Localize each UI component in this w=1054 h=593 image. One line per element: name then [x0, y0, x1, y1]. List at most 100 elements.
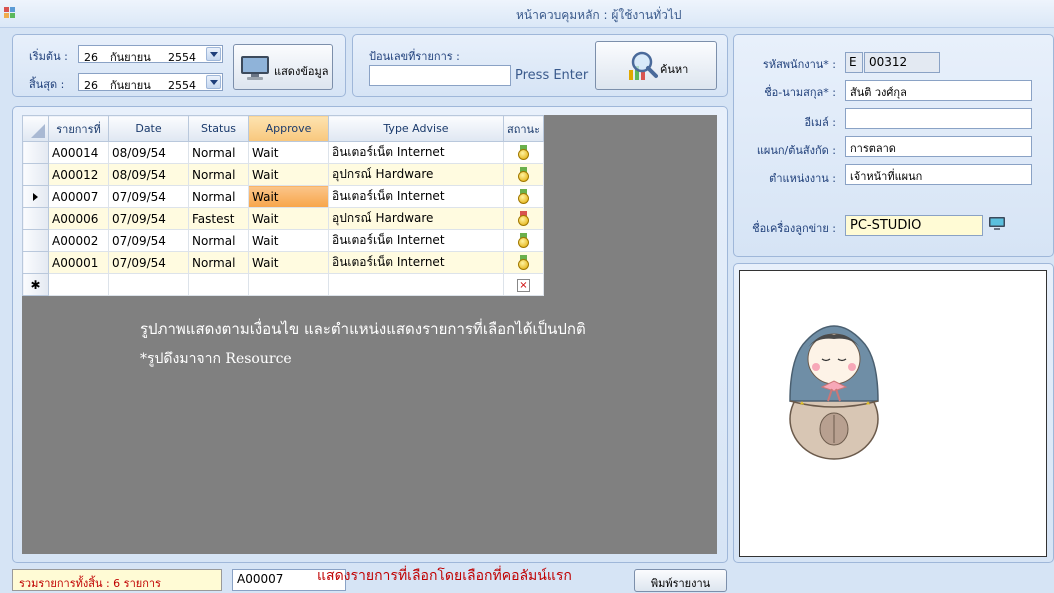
- cell-approve[interactable]: Wait: [248, 163, 329, 186]
- search-label: ป้อนเลขที่รายการ :: [369, 50, 460, 63]
- column-header-type[interactable]: Type Advise: [328, 115, 504, 142]
- print-report-button[interactable]: พิมพ์รายงาน: [634, 569, 727, 592]
- cell-date[interactable]: 08/09/54: [108, 163, 189, 186]
- cell-type[interactable]: อินเตอร์เน็ต Internet: [328, 229, 504, 252]
- employee-panel: รหัสพนักงาน* : E 00312 ชื่อ-นามสกุล* : ส…: [733, 34, 1054, 257]
- medal-icon: [518, 167, 529, 182]
- cell-approve[interactable]: Wait: [248, 185, 329, 208]
- table-row[interactable]: A00014 08/09/54 Normal Wait อินเตอร์เน็ต…: [22, 141, 544, 164]
- row-header[interactable]: [22, 207, 49, 230]
- department-field[interactable]: การตลาด: [845, 136, 1032, 157]
- cell-id[interactable]: A00001: [48, 251, 109, 274]
- employee-name-field[interactable]: สันติ วงศ์กุล: [845, 80, 1032, 101]
- total-count-box: รวมรายการทั้งสิ้น : 6 รายการ: [12, 569, 222, 591]
- medal-icon: [518, 189, 529, 204]
- magnifier-chart-icon: [629, 51, 658, 80]
- cell-state[interactable]: [503, 163, 544, 186]
- employee-name-label: ชื่อ-นามสกุล* :: [764, 86, 836, 99]
- show-data-button[interactable]: แสดงข้อมูล: [233, 44, 333, 90]
- position-label: ตำแหน่งงาน :: [769, 172, 836, 185]
- position-field[interactable]: เจ้าหน้าที่แผนก: [845, 164, 1032, 185]
- cell-state[interactable]: [503, 251, 544, 274]
- cell-status[interactable]: Normal: [188, 163, 249, 186]
- cell-id[interactable]: A00002: [48, 229, 109, 252]
- row-header[interactable]: [22, 141, 49, 164]
- cell-status[interactable]: [188, 273, 249, 296]
- table-row[interactable]: A00006 07/09/54 Fastest Wait อุปกรณ์ Har…: [22, 207, 544, 230]
- end-date-picker[interactable]: 26 กันยายน 2554: [78, 73, 223, 92]
- column-header-approve[interactable]: Approve: [248, 115, 329, 142]
- cell-date[interactable]: 07/09/54: [108, 229, 189, 252]
- employee-id-label: รหัสพนักงาน* :: [762, 58, 836, 71]
- table-row-selected[interactable]: A00007 07/09/54 Normal Wait อินเตอร์เน็ต…: [22, 185, 544, 208]
- search-button[interactable]: ค้นหา: [595, 41, 717, 90]
- computer-icon[interactable]: [988, 216, 1006, 232]
- cell-id[interactable]: A00006: [48, 207, 109, 230]
- new-row[interactable]: ✱ ×: [22, 273, 544, 296]
- cell-type[interactable]: อุปกรณ์ Hardware: [328, 163, 504, 186]
- department-label: แผนก/ต้นสังกัด :: [756, 144, 836, 157]
- cell-type[interactable]: [328, 273, 504, 296]
- cell-approve[interactable]: [248, 273, 329, 296]
- column-header-id[interactable]: รายการที่: [48, 115, 109, 142]
- print-report-label: พิมพ์รายงาน: [650, 577, 711, 590]
- cell-status[interactable]: Normal: [188, 141, 249, 164]
- cell-id[interactable]: A00007: [48, 185, 109, 208]
- cell-approve[interactable]: Wait: [248, 251, 329, 274]
- computer-name-field: PC-STUDIO: [845, 215, 983, 236]
- column-header-state[interactable]: สถานะ: [503, 115, 544, 142]
- chevron-down-icon[interactable]: [206, 47, 221, 61]
- row-header[interactable]: [22, 229, 49, 252]
- employee-id-field: 00312: [864, 52, 940, 73]
- medal-icon: [518, 255, 529, 270]
- email-field[interactable]: [845, 108, 1032, 129]
- cell-id[interactable]: A00012: [48, 163, 109, 186]
- show-data-label: แสดงข้อมูล: [274, 65, 329, 78]
- cell-type[interactable]: อินเตอร์เน็ต Internet: [328, 185, 504, 208]
- cell-approve[interactable]: Wait: [248, 141, 329, 164]
- cell-status[interactable]: Fastest: [188, 207, 249, 230]
- table-row[interactable]: A00001 07/09/54 Normal Wait อินเตอร์เน็ต…: [22, 251, 544, 274]
- delete-x-icon: ×: [517, 278, 530, 292]
- cell-state[interactable]: [503, 141, 544, 164]
- overlay-line-2: *รูปดึงมาจาก Resource: [140, 351, 292, 367]
- column-header-date[interactable]: Date: [108, 115, 189, 142]
- start-date-label: เริ่มต้น :: [29, 50, 68, 63]
- cell-state[interactable]: [503, 229, 544, 252]
- cell-date[interactable]: 07/09/54: [108, 207, 189, 230]
- cell-status[interactable]: Normal: [188, 229, 249, 252]
- search-input[interactable]: [369, 65, 511, 86]
- search-button-label: ค้นหา: [660, 63, 689, 76]
- cell-state[interactable]: [503, 185, 544, 208]
- end-date-label: สิ้นสุด :: [29, 78, 65, 91]
- date-filter-panel: เริ่มต้น : 26 กันยายน 2554 สิ้นสุด : 26 กัน…: [12, 34, 346, 97]
- start-date-picker[interactable]: 26 กันยายน 2554: [78, 45, 223, 64]
- overlay-line-1: รูปภาพแสดงตามเงื่อนไข และตำแหน่งแสดงรายก…: [140, 320, 586, 338]
- cell-date[interactable]: 07/09/54: [108, 185, 189, 208]
- cell-type[interactable]: อินเตอร์เน็ต Internet: [328, 251, 504, 274]
- row-header[interactable]: [22, 163, 49, 186]
- table-row[interactable]: A00012 08/09/54 Normal Wait อุปกรณ์ Hard…: [22, 163, 544, 186]
- cell-id[interactable]: A00014: [48, 141, 109, 164]
- cell-date[interactable]: [108, 273, 189, 296]
- current-row-arrow-icon: [33, 192, 38, 201]
- cell-type[interactable]: อุปกรณ์ Hardware: [328, 207, 504, 230]
- column-header-status[interactable]: Status: [188, 115, 249, 142]
- row-header[interactable]: [22, 185, 49, 208]
- row-header[interactable]: [22, 251, 49, 274]
- selection-note: แสดงรายการที่เลือกโดยเลือกที่คอลัมน์แรก: [317, 568, 572, 584]
- app-icon[interactable]: [4, 7, 18, 20]
- cell-date[interactable]: 07/09/54: [108, 251, 189, 274]
- cell-state[interactable]: [503, 207, 544, 230]
- cell-state[interactable]: ×: [503, 273, 544, 296]
- cell-approve[interactable]: Wait: [248, 207, 329, 230]
- cell-id[interactable]: [48, 273, 109, 296]
- table-row[interactable]: A00002 07/09/54 Normal Wait อินเตอร์เน็ต…: [22, 229, 544, 252]
- cell-approve[interactable]: Wait: [248, 229, 329, 252]
- chevron-down-icon[interactable]: [206, 75, 221, 89]
- grid-corner[interactable]: [22, 115, 49, 142]
- cell-date[interactable]: 08/09/54: [108, 141, 189, 164]
- cell-status[interactable]: Normal: [188, 251, 249, 274]
- cell-status[interactable]: Normal: [188, 185, 249, 208]
- cell-type[interactable]: อินเตอร์เน็ต Internet: [328, 141, 504, 164]
